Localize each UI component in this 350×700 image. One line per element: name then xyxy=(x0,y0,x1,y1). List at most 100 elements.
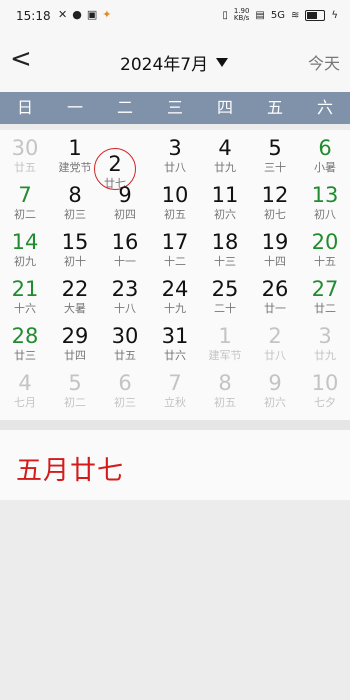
day-number: 17 xyxy=(161,230,189,254)
day-cell[interactable]: 22 大暑 xyxy=(50,271,100,318)
day-number: 8 xyxy=(68,183,82,207)
day-cell[interactable]: 5 三十 xyxy=(250,130,300,177)
day-cell[interactable]: 10 七夕 xyxy=(300,365,350,412)
day-number: 16 xyxy=(111,230,139,254)
day-number: 4 xyxy=(18,371,32,395)
day-number: 5 xyxy=(68,371,82,395)
calendar-week: 4 七月 5 初二 6 初三 7 立秋 8 初五 9 初六 10 七夕 xyxy=(0,365,350,412)
lunar-label: 十六 xyxy=(14,302,36,315)
day-cell[interactable]: 8 初五 xyxy=(200,365,250,412)
day-cell[interactable]: 8 初三 xyxy=(50,177,100,224)
lunar-label: 廿八 xyxy=(264,349,286,362)
day-cell[interactable]: 6 初三 xyxy=(100,365,150,412)
calendar-week: 7 初二 8 初三 9 初四 10 初五 11 初六 12 初七 13 初八 xyxy=(0,177,350,224)
lunar-label: 小暑 xyxy=(314,161,336,174)
weekday-label: 二 xyxy=(116,98,133,117)
day-cell[interactable]: 28 廿三 xyxy=(0,318,50,365)
today-button[interactable]: 今天 xyxy=(308,50,340,74)
day-cell[interactable]: 29 廿四 xyxy=(50,318,100,365)
lunar-label: 初六 xyxy=(214,208,236,221)
day-cell[interactable]: 27 廿二 xyxy=(300,271,350,318)
lunar-label: 廿五 xyxy=(114,349,136,362)
day-cell[interactable]: 3 廿八 xyxy=(150,130,200,177)
lunar-label: 初四 xyxy=(114,208,136,221)
lunar-label: 三十 xyxy=(264,161,286,174)
day-cell[interactable]: 4 廿九 xyxy=(200,130,250,177)
day-cell[interactable]: 31 廿六 xyxy=(150,318,200,365)
day-cell[interactable]: 20 十五 xyxy=(300,224,350,271)
lunar-label: 十二 xyxy=(164,255,186,268)
day-number: 6 xyxy=(118,371,132,395)
day-number: 30 xyxy=(11,136,39,160)
day-number: 18 xyxy=(211,230,239,254)
day-cell[interactable]: 4 七月 xyxy=(0,365,50,412)
weekday-label: 六 xyxy=(316,98,333,117)
day-cell[interactable]: 19 十四 xyxy=(250,224,300,271)
day-cell[interactable]: 11 初六 xyxy=(200,177,250,224)
day-number: 13 xyxy=(311,183,339,207)
day-number: 8 xyxy=(218,371,232,395)
tools-icon: ✕ xyxy=(58,8,68,21)
day-cell[interactable]: 7 初二 xyxy=(0,177,50,224)
weekday-label: 一 xyxy=(66,98,83,117)
lunar-label: 初九 xyxy=(14,255,36,268)
lunar-label: 廿五 xyxy=(14,161,36,174)
day-cell[interactable]: 16 十一 xyxy=(100,224,150,271)
vibrate-icon: ▯ xyxy=(222,9,228,21)
day-cell[interactable]: 18 十三 xyxy=(200,224,250,271)
day-number: 12 xyxy=(261,183,289,207)
day-number: 14 xyxy=(11,230,39,254)
calendar-grid: 30 廿五 1 建党节 2 廿七 3 廿八 4 廿九 5 三十 6 小暑 7 初二 8 初三 9 初四 10 初五 11 初六… xyxy=(0,130,350,420)
lunar-label: 初三 xyxy=(64,208,86,221)
lunar-label: 廿二 xyxy=(314,302,336,315)
day-cell[interactable]: 24 十九 xyxy=(150,271,200,318)
day-number: 31 xyxy=(161,324,189,348)
day-number: 30 xyxy=(111,324,139,348)
lunar-label: 二十 xyxy=(214,302,236,315)
charging-icon: ϟ xyxy=(331,9,338,21)
day-cell[interactable]: 13 初八 xyxy=(300,177,350,224)
day-cell[interactable]: 21 十六 xyxy=(0,271,50,318)
day-cell[interactable]: 1 建军节 xyxy=(200,318,250,365)
lunar-label: 廿八 xyxy=(164,161,186,174)
day-number: 21 xyxy=(11,277,39,301)
day-cell[interactable]: 2 廿八 xyxy=(250,318,300,365)
day-number: 23 xyxy=(111,277,139,301)
day-cell[interactable]: 17 十二 xyxy=(150,224,200,271)
day-cell[interactable]: 23 十八 xyxy=(100,271,150,318)
day-number: 7 xyxy=(168,371,182,395)
day-cell[interactable]: 7 立秋 xyxy=(150,365,200,412)
lunar-label: 廿一 xyxy=(264,302,286,315)
day-cell[interactable]: 26 廿一 xyxy=(250,271,300,318)
day-cell[interactable]: 5 初二 xyxy=(50,365,100,412)
lunar-label: 大暑 xyxy=(64,302,86,315)
wifi-icon: ≋ xyxy=(291,9,300,21)
day-cell[interactable]: 10 初五 xyxy=(150,177,200,224)
day-cell[interactable]: 15 初十 xyxy=(50,224,100,271)
weekday-header: 日一二三四五六 xyxy=(0,92,350,124)
day-cell[interactable]: 9 初四 xyxy=(100,177,150,224)
day-cell[interactable]: 3 廿九 xyxy=(300,318,350,365)
lunar-label: 廿三 xyxy=(14,349,36,362)
running-icon: ✦ xyxy=(102,8,112,21)
back-button[interactable]: < xyxy=(10,44,32,74)
day-number: 2 xyxy=(108,152,122,176)
month-selector[interactable]: 2024年7月 xyxy=(120,50,229,75)
day-cell[interactable]: 12 初七 xyxy=(250,177,300,224)
day-cell[interactable]: 9 初六 xyxy=(250,365,300,412)
lunar-label: 初七 xyxy=(264,208,286,221)
day-number: 26 xyxy=(261,277,289,301)
day-cell[interactable]: 25 二十 xyxy=(200,271,250,318)
calendar-week: 14 初九 15 初十 16 十一 17 十二 18 十三 19 十四 20 十五 xyxy=(0,224,350,271)
day-cell[interactable]: 30 廿五 xyxy=(0,130,50,177)
day-cell[interactable]: 6 小暑 xyxy=(300,130,350,177)
day-cell[interactable]: 30 廿五 xyxy=(100,318,150,365)
lunar-label: 十八 xyxy=(114,302,136,315)
day-number: 1 xyxy=(218,324,232,348)
lunar-label: 初十 xyxy=(64,255,86,268)
caret-down-icon xyxy=(216,58,229,67)
status-time: 15:18 xyxy=(16,9,51,23)
lunar-label: 廿六 xyxy=(164,349,186,362)
lunar-label: 廿四 xyxy=(64,349,86,362)
day-cell[interactable]: 14 初九 xyxy=(0,224,50,271)
